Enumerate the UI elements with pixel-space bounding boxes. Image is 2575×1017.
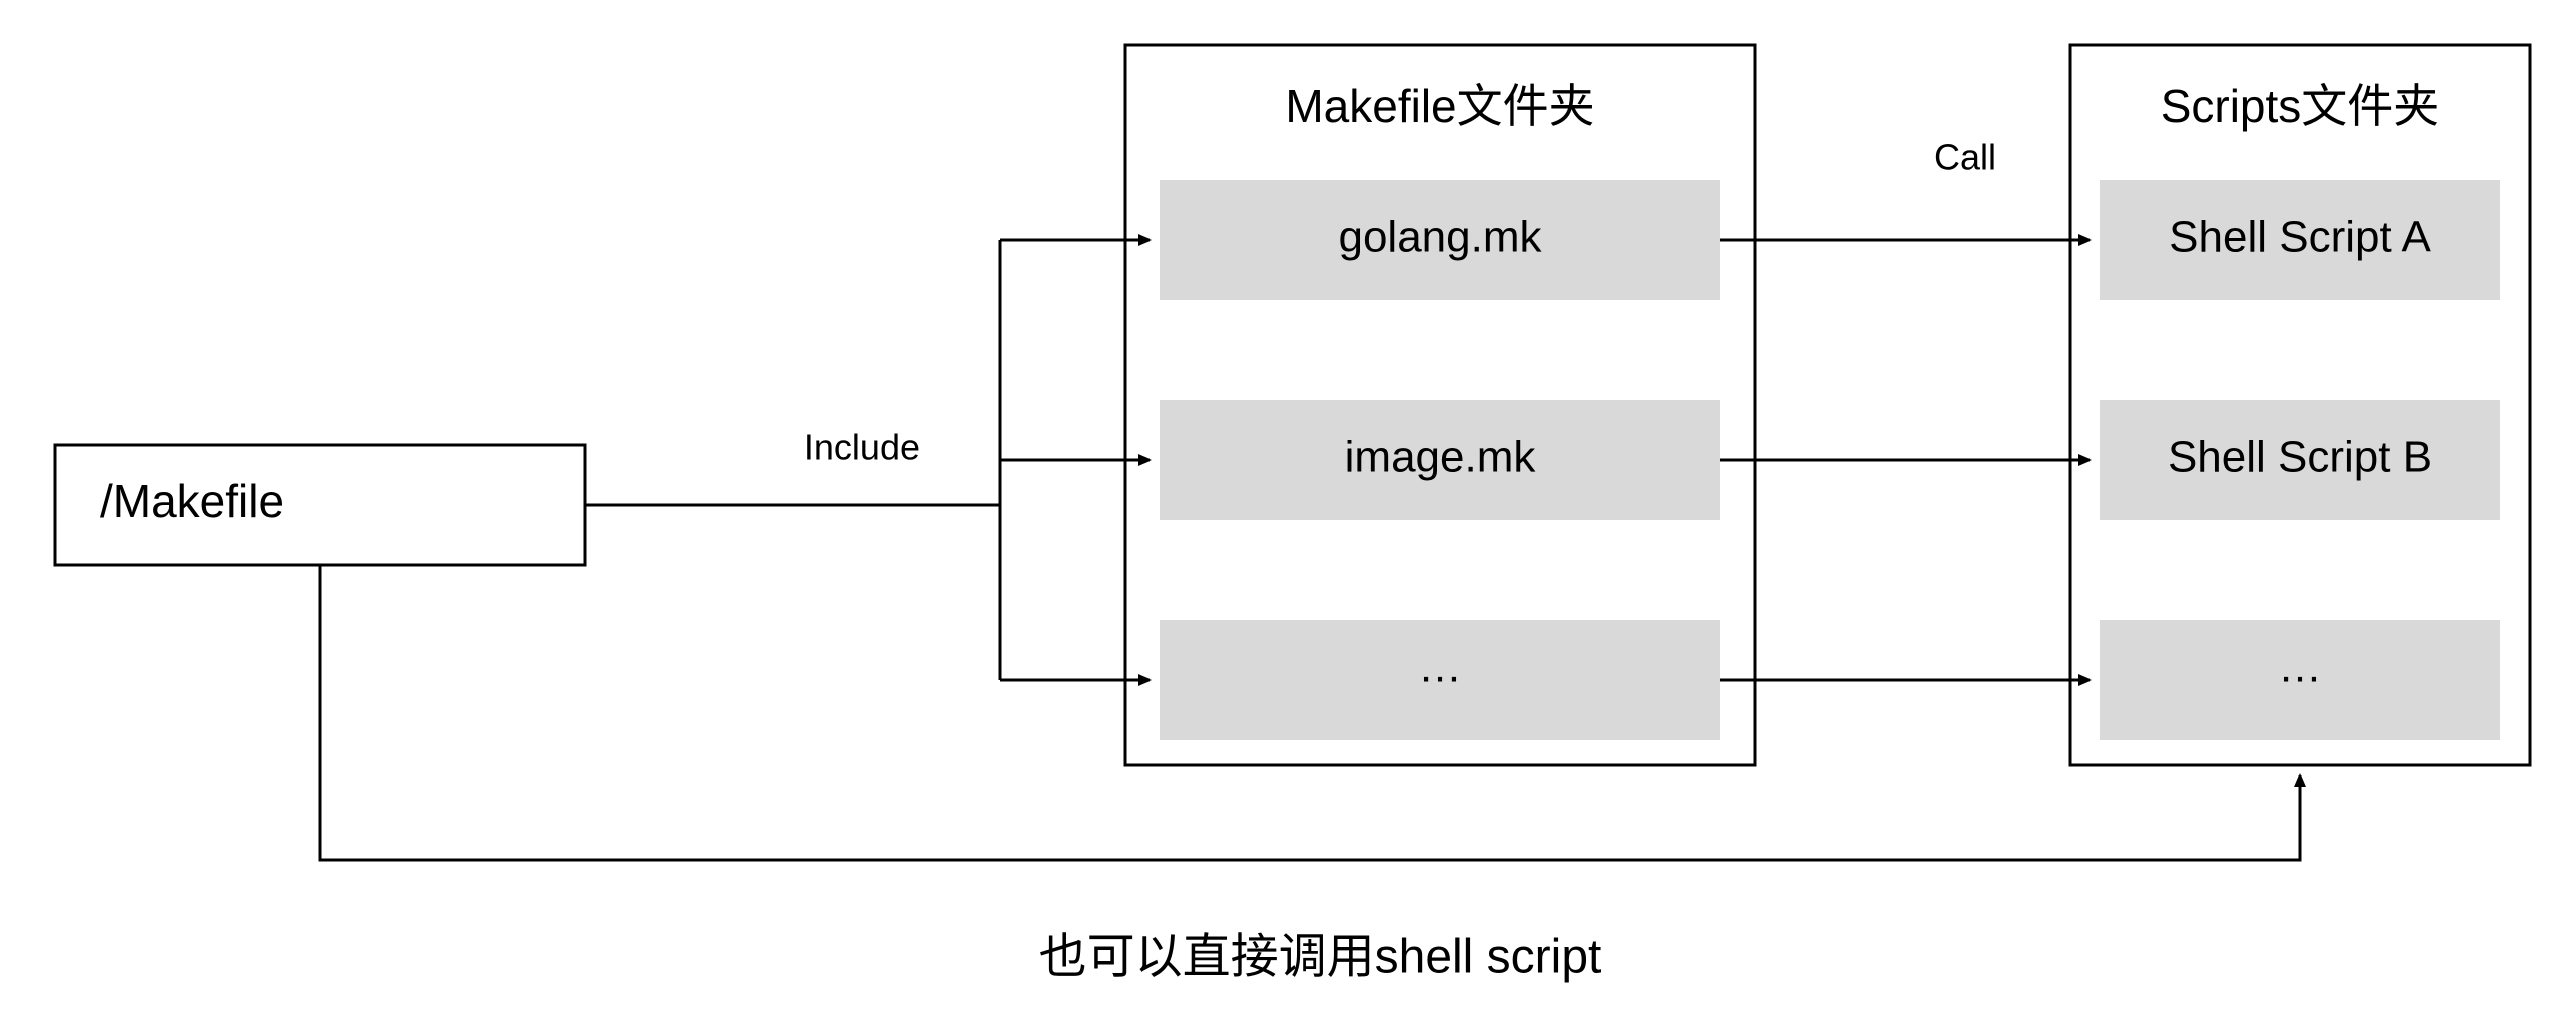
makefile-item-label: image.mk — [1345, 433, 1537, 482]
makefile-item: golang.mk — [1160, 180, 1720, 300]
call-label: Call — [1934, 137, 1996, 178]
source-box: /Makefile — [55, 445, 585, 565]
scripts-item-label: … — [2278, 643, 2322, 692]
call-arrows: Call — [1720, 137, 2090, 680]
makefile-folder-title: Makefile文件夹 — [1285, 80, 1594, 132]
source-label: /Makefile — [100, 475, 284, 527]
scripts-item: Shell Script B — [2100, 400, 2500, 520]
scripts-folder-title: Scripts文件夹 — [2161, 80, 2440, 132]
makefile-item: image.mk — [1160, 400, 1720, 520]
makefile-item-label: … — [1418, 643, 1462, 692]
scripts-item-label: Shell Script A — [2169, 213, 2431, 262]
scripts-item-label: Shell Script B — [2168, 433, 2432, 482]
scripts-folder: Scripts文件夹 Shell Script A Shell Script B… — [2070, 45, 2530, 765]
makefile-folder: Makefile文件夹 golang.mk image.mk … — [1125, 45, 1755, 765]
scripts-item: Shell Script A — [2100, 180, 2500, 300]
scripts-item: … — [2100, 620, 2500, 740]
include-arrows: Include — [585, 240, 1150, 680]
caption-text: 也可以直接调用shell script — [1039, 931, 1602, 984]
makefile-item-label: golang.mk — [1338, 213, 1542, 262]
makefile-item: … — [1160, 620, 1720, 740]
include-label: Include — [804, 427, 920, 468]
